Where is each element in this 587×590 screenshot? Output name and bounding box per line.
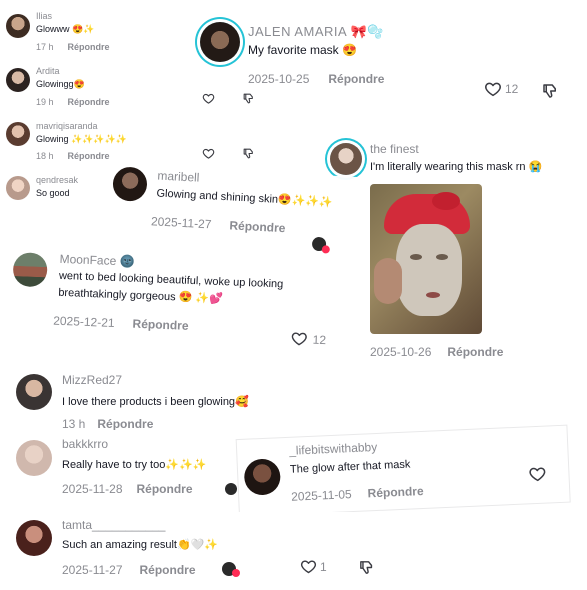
heart-icon bbox=[232, 569, 240, 577]
comment-text: So good bbox=[36, 188, 70, 198]
comment-card: MoonFace 🌚 went to bed looking beautiful… bbox=[8, 248, 342, 357]
avatar[interactable] bbox=[12, 252, 48, 288]
username[interactable]: _lifebitswithabby bbox=[289, 440, 378, 458]
username[interactable]: Ardita bbox=[36, 66, 60, 76]
comment-card: _lifebitswithabby The glow after that ma… bbox=[236, 425, 570, 516]
timestamp: 2025-12-21 bbox=[52, 313, 115, 330]
username[interactable]: tamta___________ bbox=[62, 518, 165, 532]
comment-meta: 17 h Répondre bbox=[36, 42, 110, 52]
like-count: 12 bbox=[312, 332, 327, 348]
avatar[interactable] bbox=[6, 122, 30, 146]
avatar[interactable] bbox=[6, 68, 30, 92]
reply-button[interactable]: Répondre bbox=[68, 151, 110, 161]
comment-meta: 13 h Répondre bbox=[62, 417, 153, 430]
reply-button[interactable]: Répondre bbox=[68, 97, 110, 107]
comment-text: Really have to try too✨✨✨ bbox=[62, 459, 207, 471]
timestamp: 2025-11-28 bbox=[62, 482, 123, 496]
avatar[interactable] bbox=[200, 22, 240, 62]
timestamp: 2025-11-27 bbox=[62, 563, 123, 577]
reply-button[interactable]: Répondre bbox=[367, 484, 424, 500]
reply-button[interactable]: Répondre bbox=[68, 42, 110, 52]
username[interactable]: MizzRed27 bbox=[62, 373, 122, 387]
timestamp: 18 h bbox=[36, 151, 54, 161]
comment-text: I love there products i been glowing🥰 bbox=[62, 396, 249, 408]
username[interactable]: the finest bbox=[370, 142, 419, 156]
reply-button[interactable]: Répondre bbox=[447, 345, 503, 359]
comment-meta: 2025-11-27 Répondre bbox=[62, 563, 196, 577]
heart-icon[interactable] bbox=[300, 558, 317, 575]
username[interactable]: MoonFace 🌚 bbox=[59, 252, 134, 269]
timestamp: 13 h bbox=[62, 417, 86, 430]
comment-meta: 19 h Répondre bbox=[36, 97, 110, 107]
comment-text: Glowingg😍 bbox=[36, 79, 85, 89]
reply-button[interactable]: Répondre bbox=[97, 417, 153, 430]
comment-meta: 2025-11-28 Répondre bbox=[62, 482, 193, 496]
timestamp: 17 h bbox=[36, 42, 54, 52]
comment-text: Glowww 😍✨ bbox=[36, 24, 95, 34]
like-count: 12 bbox=[505, 82, 519, 96]
comment-text: Glowing ✨✨✨✨✨ bbox=[36, 134, 128, 144]
timestamp: 2025-11-05 bbox=[290, 487, 352, 504]
comment-meta: 2025-11-27 Répondre bbox=[151, 214, 286, 235]
heart-icon[interactable] bbox=[202, 92, 215, 105]
username[interactable]: qendresak bbox=[36, 175, 78, 185]
comment-meta: 2025-12-21 Répondre bbox=[53, 314, 189, 333]
avatar[interactable] bbox=[16, 440, 52, 476]
username[interactable]: Ilias bbox=[36, 11, 52, 21]
reply-button[interactable]: Répondre bbox=[140, 563, 196, 577]
like-count: 1 bbox=[320, 560, 327, 574]
timestamp: 2025-10-26 bbox=[370, 345, 432, 359]
reply-button[interactable]: Répondre bbox=[132, 317, 189, 333]
reply-button[interactable]: Répondre bbox=[137, 482, 193, 496]
comment-card: maribell Glowing and shining skin😍✨✨✨ 20… bbox=[106, 164, 360, 254]
comment-meta: 2025-10-25 Répondre bbox=[248, 72, 384, 86]
comment-text: My favorite mask 😍 bbox=[248, 43, 357, 57]
avatar[interactable] bbox=[6, 176, 30, 200]
heart-icon[interactable] bbox=[484, 80, 502, 98]
dislike-icon[interactable] bbox=[541, 82, 559, 100]
reply-button[interactable]: Répondre bbox=[229, 218, 286, 235]
timestamp: 2025-10-25 bbox=[248, 72, 310, 86]
avatar[interactable] bbox=[243, 458, 282, 496]
dislike-icon[interactable] bbox=[242, 147, 255, 160]
heart-icon[interactable] bbox=[528, 465, 547, 484]
timestamp: 19 h bbox=[36, 97, 54, 107]
comment-meta: 2025-10-26 Répondre bbox=[370, 345, 503, 359]
comment-text: The glow after that mask bbox=[289, 458, 411, 476]
avatar[interactable] bbox=[112, 166, 148, 202]
dislike-icon[interactable] bbox=[242, 92, 255, 105]
comment-meta: 18 h Répondre bbox=[36, 151, 110, 161]
avatar[interactable] bbox=[6, 14, 30, 38]
creator-liked-avatar bbox=[225, 483, 237, 495]
comment-text: Such an amazing result👏🤍✨ bbox=[62, 539, 219, 551]
comment-text: I'm literally wearing this mask rn 😭 bbox=[370, 161, 543, 173]
username[interactable]: bakkkrro bbox=[62, 437, 108, 451]
avatar[interactable] bbox=[16, 374, 52, 410]
avatar[interactable] bbox=[16, 520, 52, 556]
username[interactable]: mavriqisaranda bbox=[36, 121, 98, 131]
comment-meta: 2025-11-05 Répondre bbox=[291, 484, 424, 504]
username[interactable]: JALEN AMARIA 🎀🫧 bbox=[248, 24, 384, 40]
comment-text: Glowing and shining skin😍✨✨✨ bbox=[156, 187, 334, 209]
comment-photo[interactable] bbox=[370, 184, 482, 334]
heart-icon[interactable] bbox=[202, 147, 215, 160]
comment-text: breathtakingly gorgeous 😍 ✨💕 bbox=[58, 286, 224, 306]
reply-button[interactable]: Répondre bbox=[328, 72, 384, 86]
dislike-icon[interactable] bbox=[358, 559, 375, 576]
username[interactable]: maribell bbox=[157, 169, 200, 185]
heart-icon[interactable] bbox=[290, 330, 308, 348]
timestamp: 2025-11-27 bbox=[150, 214, 212, 232]
avatar[interactable] bbox=[330, 143, 362, 175]
